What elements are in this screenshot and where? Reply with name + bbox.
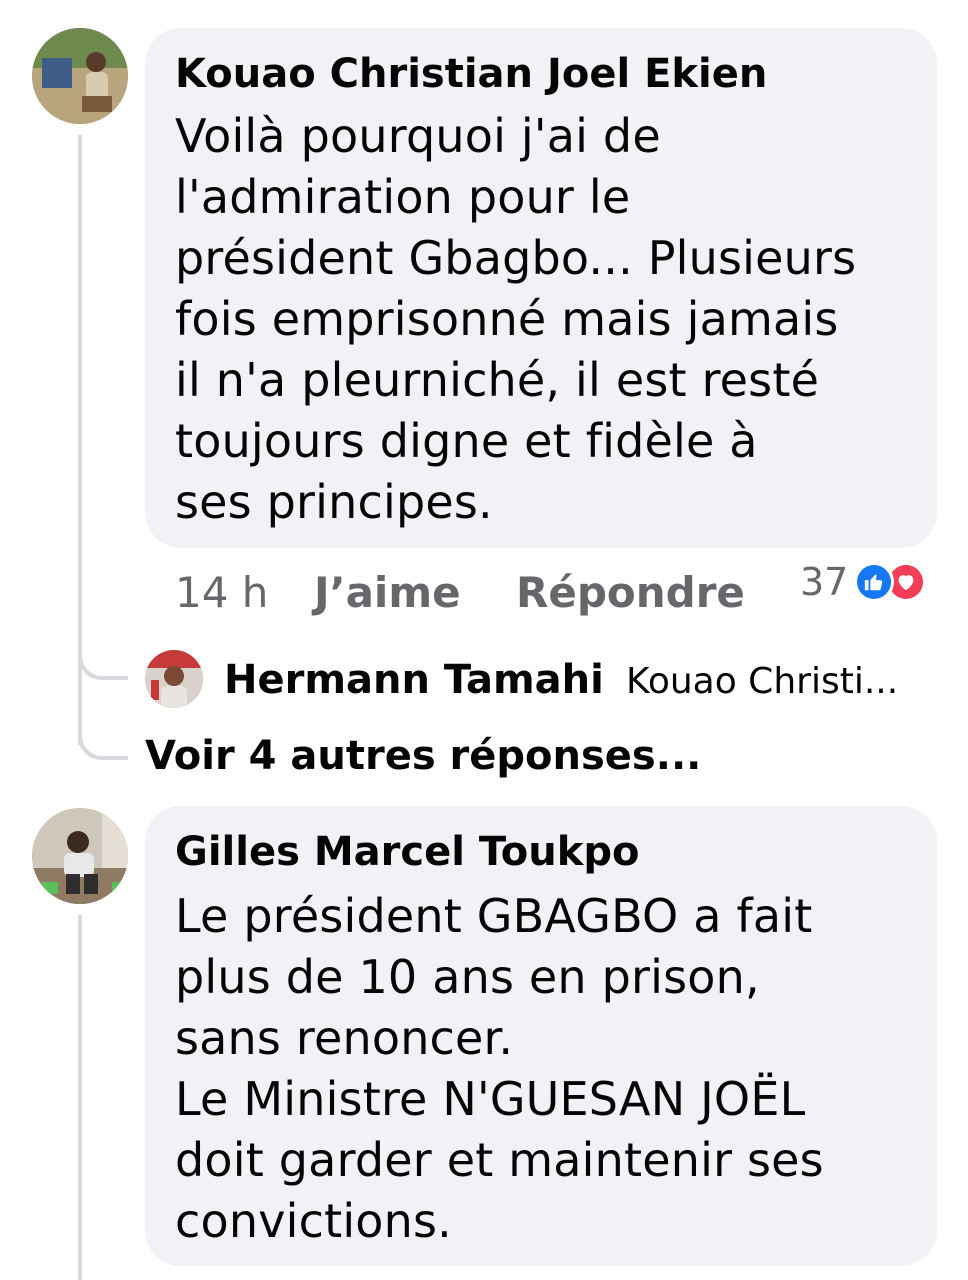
reaction-summary[interactable]: 37 xyxy=(800,560,927,604)
reaction-count: 37 xyxy=(800,560,849,604)
thread-curve-reply xyxy=(78,640,128,680)
avatar-photo xyxy=(32,28,128,124)
reply-snippet[interactable]: Kouao Christi... xyxy=(626,658,898,706)
reply-author[interactable]: Hermann Tamahi xyxy=(224,656,604,704)
avatar[interactable] xyxy=(32,808,128,904)
reply-avatar[interactable] xyxy=(145,650,203,708)
like-button[interactable]: J’aime xyxy=(314,568,461,618)
comment-text: Le président GBAGBO a fait plus de 10 an… xyxy=(175,889,824,1248)
thread-line xyxy=(78,915,82,1280)
avatar-photo xyxy=(32,808,128,904)
thread-curve-more xyxy=(78,720,128,760)
reply-avatar-photo xyxy=(145,650,203,708)
avatar[interactable] xyxy=(32,28,128,124)
comment-author[interactable]: Gilles Marcel Toukpo xyxy=(175,828,639,876)
like-icon xyxy=(854,562,895,602)
comment-timestamp[interactable]: 14 h xyxy=(175,568,268,618)
reply-button[interactable]: Répondre xyxy=(516,568,745,618)
comment-text: Voilà pourquoi j'ai de l'admiration pour… xyxy=(175,109,857,529)
comment-author[interactable]: Kouao Christian Joel Ekien xyxy=(175,50,767,98)
view-more-replies-link[interactable]: Voir 4 autres réponses... xyxy=(145,732,701,780)
